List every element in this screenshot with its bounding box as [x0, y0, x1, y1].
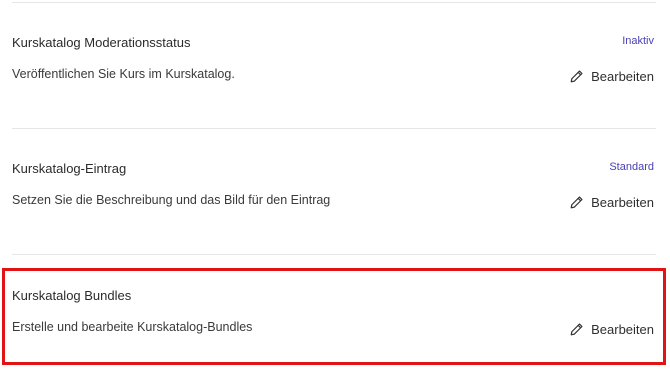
- pencil-icon: [570, 196, 583, 209]
- section-description: Erstelle und bearbeite Kurskatalog-Bundl…: [12, 320, 253, 334]
- status-badge: Standard: [609, 161, 654, 173]
- pencil-icon: [570, 323, 583, 336]
- section-title: Kurskatalog Moderationsstatus: [12, 35, 191, 50]
- pencil-icon: [570, 70, 583, 83]
- edit-button-label: Bearbeiten: [591, 195, 654, 210]
- divider: [12, 128, 656, 129]
- edit-button[interactable]: Bearbeiten: [569, 69, 654, 84]
- edit-button-label: Bearbeiten: [591, 322, 654, 337]
- section-title: Kurskatalog-Eintrag: [12, 161, 127, 176]
- settings-page: Kurskatalog Moderationsstatus Inaktiv Ve…: [0, 0, 670, 371]
- section-description: Veröffentlichen Sie Kurs im Kurskatalog.: [12, 67, 235, 81]
- section-title: Kurskatalog Bundles: [12, 288, 132, 303]
- edit-button[interactable]: Bearbeiten: [569, 322, 654, 337]
- divider: [12, 254, 656, 255]
- edit-button-label: Bearbeiten: [591, 69, 654, 84]
- status-badge: Inaktiv: [622, 35, 654, 47]
- section-description: Setzen Sie die Beschreibung und das Bild…: [12, 193, 331, 207]
- divider: [12, 2, 656, 3]
- highlight-box: [2, 268, 666, 365]
- edit-button[interactable]: Bearbeiten: [569, 195, 654, 210]
